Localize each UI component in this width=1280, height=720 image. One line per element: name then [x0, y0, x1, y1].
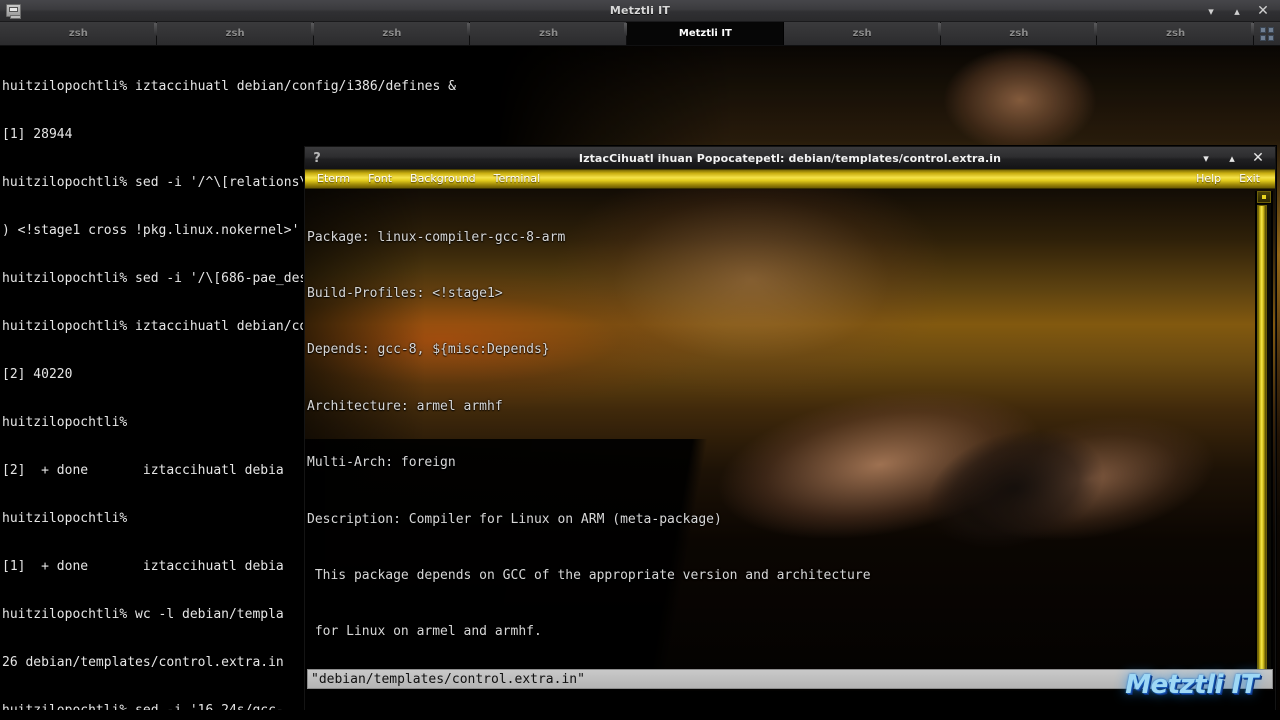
outer-window-titlebar: Metztli IT ▾ ▴ ✕ — [0, 0, 1280, 22]
eterm-window-title: IztacCihuatl ihuan Popocatepetl: debian/… — [578, 151, 1002, 165]
screen: Metztli IT ▾ ▴ ✕ zsh zsh zsh zsh Metztli… — [0, 0, 1280, 720]
editor-line: for Linux on armel and armhf. — [307, 624, 542, 640]
editor-line: Package: linux-compiler-gcc-8-arm — [307, 229, 566, 245]
menu-item-exit[interactable]: Exit — [1230, 169, 1269, 189]
maximize-icon[interactable]: ▴ — [1219, 147, 1245, 169]
eterm-body[interactable]: Package: linux-compiler-gcc-8-arm Build-… — [305, 189, 1275, 691]
tab-zsh-7[interactable]: zsh — [1097, 22, 1254, 45]
bottom-strip — [0, 710, 1280, 720]
eterm-window-controls: ▾ ▴ ✕ — [1193, 147, 1271, 169]
menu-item-font[interactable]: Font — [359, 169, 401, 189]
menu-item-help[interactable]: Help — [1184, 169, 1230, 189]
terminal-line: [1] 28944 — [2, 127, 73, 142]
tab-grid-icon[interactable] — [1254, 22, 1280, 45]
editor-line: This package depends on GCC of the appro… — [307, 567, 871, 583]
eterm-scrollbar[interactable] — [1255, 191, 1273, 689]
scrollbar-thumb[interactable] — [1257, 205, 1267, 673]
close-icon[interactable]: ✕ — [1250, 0, 1276, 22]
close-icon[interactable]: ✕ — [1245, 147, 1271, 169]
menu-item-background[interactable]: Background — [401, 169, 485, 189]
scrollbar-up-button[interactable] — [1257, 191, 1271, 203]
tab-zsh-5[interactable]: zsh — [783, 22, 941, 45]
editor-line: Multi-Arch: foreign — [307, 455, 456, 471]
eterm-window[interactable]: ? IztacCihuatl ihuan Popocatepetl: debia… — [304, 146, 1276, 712]
eterm-menubar: Eterm Font Background Terminal Help Exit — [305, 169, 1275, 189]
editor-line: Depends: gcc-8, ${misc:Depends} — [307, 342, 550, 358]
editor-line: Build-Profiles: <!stage1> — [307, 285, 503, 301]
tab-zsh-1[interactable]: zsh — [0, 22, 157, 45]
minimize-icon[interactable]: ▾ — [1198, 0, 1224, 22]
eterm-menubar-right: Help Exit — [1184, 169, 1269, 189]
outer-window-title: Metztli IT — [609, 4, 671, 17]
outer-window-controls: ▾ ▴ ✕ — [1198, 0, 1276, 22]
menu-item-terminal[interactable]: Terminal — [485, 169, 550, 189]
minimize-icon[interactable]: ▾ — [1193, 147, 1219, 169]
eterm-editor-content[interactable]: Package: linux-compiler-gcc-8-arm Build-… — [307, 191, 1241, 691]
tab-zsh-3[interactable]: zsh — [313, 22, 471, 45]
editor-status-bar: "debian/templates/control.extra.in" — [307, 669, 1273, 689]
terminal-line: huitzilopochtli% iztaccihuatl debian/con… — [2, 79, 456, 94]
editor-line: Architecture: armel armhf — [307, 398, 503, 414]
eterm-titlebar: ? IztacCihuatl ihuan Popocatepetl: debia… — [305, 147, 1275, 169]
maximize-icon[interactable]: ▴ — [1224, 0, 1250, 22]
tab-zsh-2[interactable]: zsh — [156, 22, 314, 45]
editor-line: Description: Compiler for Linux on ARM (… — [307, 511, 722, 527]
tab-zsh-4[interactable]: zsh — [470, 22, 627, 45]
menu-item-eterm[interactable]: Eterm — [305, 169, 359, 189]
tab-metztli-it[interactable]: Metztli IT — [627, 22, 784, 45]
tab-bar: zsh zsh zsh zsh Metztli IT zsh zsh zsh — [0, 22, 1280, 46]
tab-zsh-6[interactable]: zsh — [940, 22, 1098, 45]
